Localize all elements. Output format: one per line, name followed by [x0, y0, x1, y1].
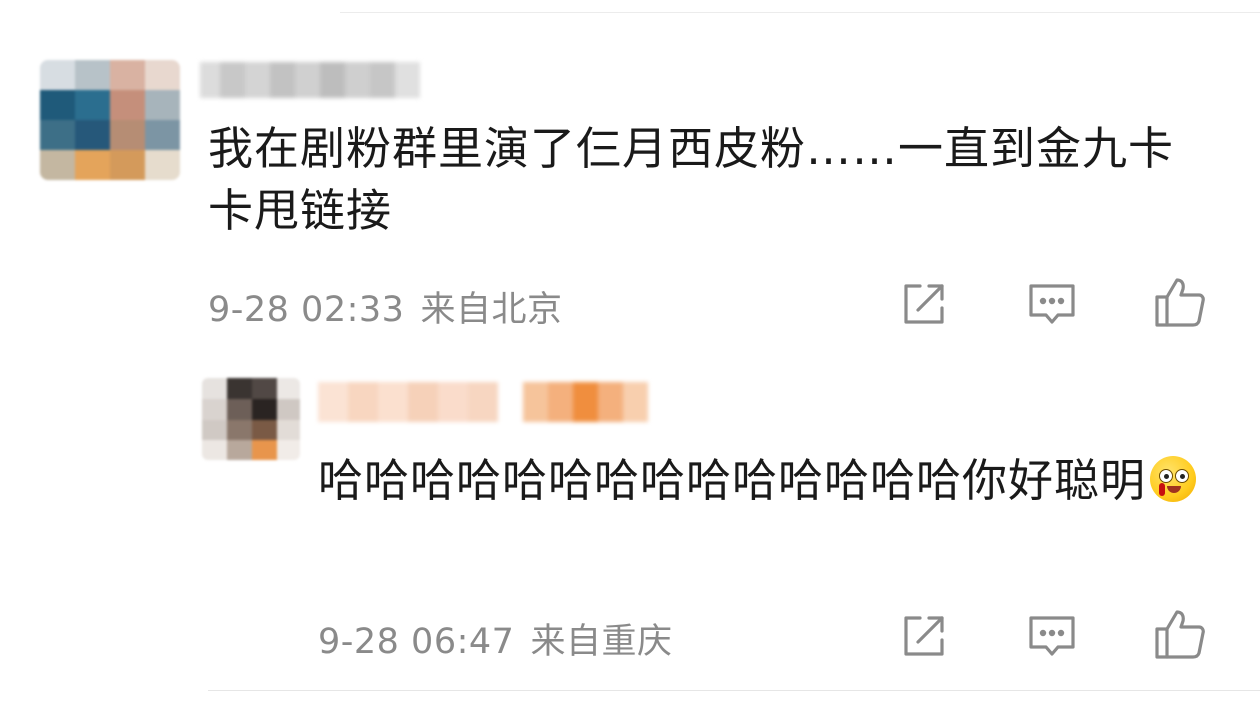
thumbs-up-icon: [1155, 278, 1205, 327]
reply-button[interactable]: [1024, 608, 1080, 664]
comment-icon: [1029, 284, 1075, 324]
share-icon: [904, 616, 944, 656]
timestamp: 9-28 06:47: [318, 622, 515, 662]
like-button[interactable]: [1152, 274, 1208, 330]
like-button[interactable]: [1152, 606, 1208, 662]
share-button[interactable]: [896, 276, 952, 332]
ip-location: 来自北京: [420, 290, 563, 330]
ip-location: 来自重庆: [530, 622, 673, 662]
username[interactable]: [200, 62, 420, 98]
share-icon: [904, 284, 944, 324]
comment-body: 哈哈哈哈哈哈哈哈哈哈哈哈哈哈你好聪明: [318, 450, 1218, 512]
comment-body: 我在剧粉群里演了仨月西皮粉……一直到金九卡卡甩链接: [208, 122, 1175, 237]
comment-thread: 我在剧粉群里演了仨月西皮粉……一直到金九卡卡甩链接 9-28 02:33 来自北京: [0, 0, 1260, 702]
bottom-divider: [208, 690, 1260, 691]
avatar[interactable]: [40, 60, 180, 180]
comment-text: 哈哈哈哈哈哈哈哈哈哈哈哈哈哈你好聪明: [318, 454, 1147, 507]
timestamp: 9-28 02:33: [208, 290, 405, 330]
nosebleed-emoji-icon: [1150, 456, 1197, 502]
comment-meta: 9-28 06:47 来自重庆: [318, 613, 672, 664]
username[interactable]: [318, 382, 648, 422]
thumbs-up-icon: [1155, 610, 1205, 659]
avatar[interactable]: [202, 378, 300, 460]
comment-icon: [1029, 616, 1075, 656]
top-divider: [340, 12, 1260, 13]
reply-button[interactable]: [1024, 276, 1080, 332]
share-button[interactable]: [896, 608, 952, 664]
comment-meta: 9-28 02:33 来自北京: [208, 281, 562, 332]
